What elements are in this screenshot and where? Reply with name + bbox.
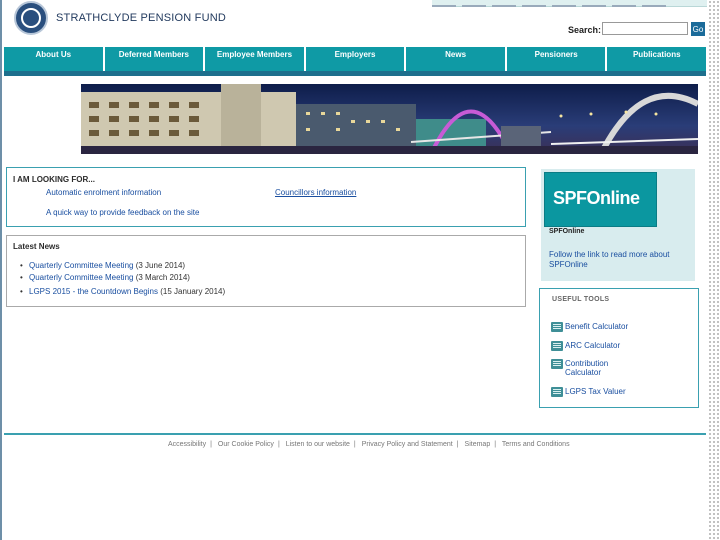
news-item[interactable]: Quarterly Committee Meeting (3 March 201… (20, 273, 190, 282)
calculator-icon (551, 359, 563, 369)
nav-employee-members[interactable]: Employee Members (205, 47, 306, 71)
calculator-icon (551, 341, 563, 351)
looking-for-title: I AM LOOKING FOR... (13, 175, 95, 184)
main-nav: About Us Deferred Members Employee Membe… (4, 47, 706, 71)
calculator-icon (551, 387, 563, 397)
footer-cookie-policy-link[interactable]: Our Cookie Policy (218, 441, 274, 448)
news-item[interactable]: LGPS 2015 - the Countdown Begins (15 Jan… (20, 287, 226, 296)
footer-terms-link[interactable]: Terms and Conditions (502, 441, 570, 448)
left-border (0, 0, 2, 540)
tool-label[interactable]: LGPS Tax Valuer (565, 387, 635, 396)
useful-tools-box: USEFUL TOOLS Benefit Calculator ARC Calc… (539, 288, 699, 408)
latest-news-title: Latest News (13, 242, 60, 251)
top-utility-bar (432, 0, 707, 7)
footer-listen-link[interactable]: Listen to our website (286, 441, 350, 448)
news-item-date: (15 January 2014) (160, 287, 226, 296)
tool-label[interactable]: Contribution Calculator (565, 359, 635, 377)
tool-contribution-calculator[interactable]: Contribution Calculator (551, 359, 635, 377)
news-item-date: (3 June 2014) (135, 261, 186, 270)
site-name[interactable]: STRATHCLYDE PENSION FUND (56, 12, 226, 24)
spfonline-read-more-link[interactable]: Follow the link to read more about SPFOn… (549, 250, 689, 270)
page-edge-pattern (708, 0, 720, 540)
latest-news-box: Latest News Quarterly Committee Meeting … (6, 235, 526, 307)
tool-lgps-tax-valuer[interactable]: LGPS Tax Valuer (551, 387, 635, 397)
news-item-title[interactable]: LGPS 2015 - the Countdown Begins (29, 287, 158, 296)
feedback-link[interactable]: A quick way to provide feedback on the s… (46, 208, 199, 217)
footer-sitemap-link[interactable]: Sitemap (465, 441, 491, 448)
news-item-title[interactable]: Quarterly Committee Meeting (29, 261, 133, 270)
tool-label[interactable]: ARC Calculator (565, 341, 635, 350)
search-input[interactable] (602, 22, 688, 35)
looking-for-box: I AM LOOKING FOR... Automatic enrolment … (6, 167, 526, 227)
spfonline-logo[interactable]: SPFOnline (544, 172, 657, 227)
search-label: Search: (568, 25, 602, 35)
nav-pensioners[interactable]: Pensioners (507, 47, 608, 71)
footer-links: Accessibility | Our Cookie Policy | Listen… (168, 441, 570, 448)
useful-tools-title: USEFUL TOOLS (552, 296, 610, 303)
search-go-button[interactable]: Go (691, 22, 705, 36)
auto-enrolment-link[interactable]: Automatic enrolment information (46, 188, 161, 197)
nav-deferred-members[interactable]: Deferred Members (105, 47, 206, 71)
calculator-icon (551, 322, 563, 332)
spfonline-caption: SPFOnline (549, 228, 585, 235)
nav-publications[interactable]: Publications (607, 47, 706, 71)
footer-privacy-link[interactable]: Privacy Policy and Statement (362, 441, 453, 448)
tool-benefit-calculator[interactable]: Benefit Calculator (551, 322, 635, 332)
nav-about-us[interactable]: About Us (4, 47, 105, 71)
news-item-title[interactable]: Quarterly Committee Meeting (29, 273, 133, 282)
footer-accessibility-link[interactable]: Accessibility (168, 441, 206, 448)
news-item-date: (3 March 2014) (135, 273, 190, 282)
banner-image (81, 84, 698, 154)
tool-arc-calculator[interactable]: ARC Calculator (551, 341, 635, 351)
nav-underline (4, 71, 706, 76)
councillors-link[interactable]: Councillors information (275, 188, 356, 197)
spfonline-logo-text: SPFOnline (553, 188, 640, 208)
nav-news[interactable]: News (406, 47, 507, 71)
fund-crest-logo[interactable] (14, 1, 48, 35)
footer-divider (4, 433, 706, 435)
nav-employers[interactable]: Employers (306, 47, 407, 71)
spfonline-panel: SPFOnline SPFOnline Follow the link to r… (541, 169, 695, 281)
tool-label[interactable]: Benefit Calculator (565, 322, 635, 331)
news-item[interactable]: Quarterly Committee Meeting (3 June 2014… (20, 261, 186, 270)
